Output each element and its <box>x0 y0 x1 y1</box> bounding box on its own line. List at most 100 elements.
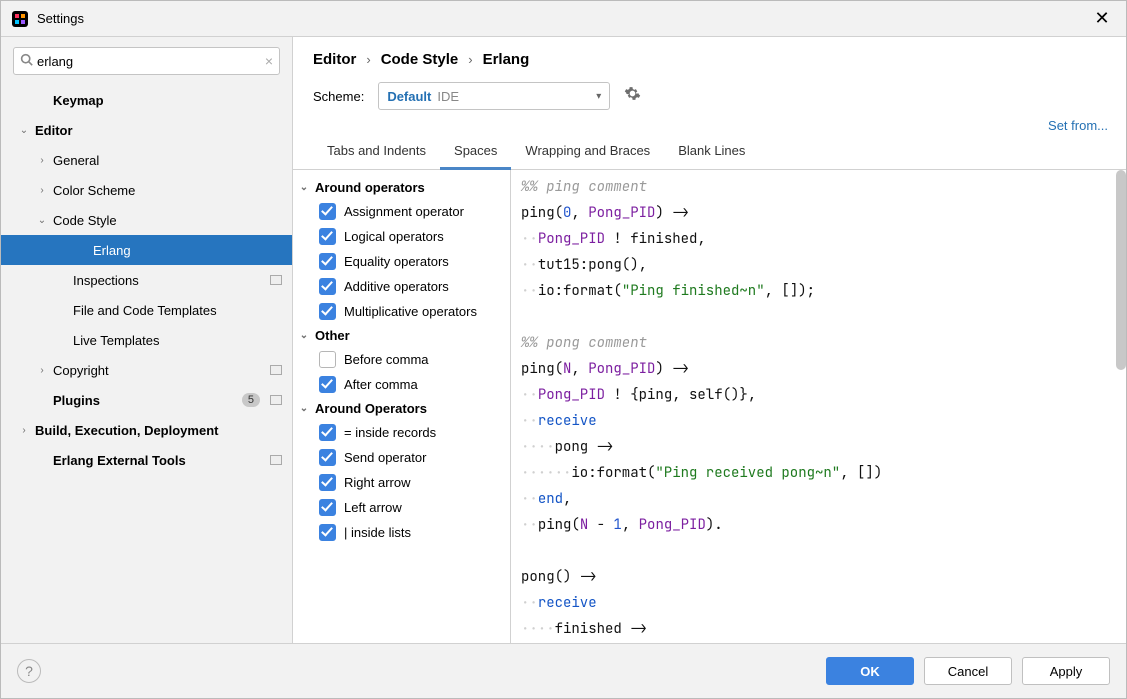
scheme-value: Default <box>387 89 431 104</box>
breadcrumb-codestyle[interactable]: Code Style <box>381 51 459 68</box>
option-label: Equality operators <box>344 254 449 269</box>
chevron-icon <box>55 305 69 316</box>
sidebar-item-inspections[interactable]: Inspections <box>1 265 292 295</box>
ok-button[interactable]: OK <box>826 657 914 685</box>
sidebar-item-keymap[interactable]: Keymap <box>1 85 292 115</box>
sidebar-item-erlang[interactable]: Erlang <box>1 235 292 265</box>
scheme-row: Scheme: Default IDE ▾ <box>313 82 1106 110</box>
search-row: × <box>1 37 292 83</box>
option-additive-operators[interactable]: Additive operators <box>293 274 506 299</box>
setfrom-row: Set from... <box>293 114 1126 135</box>
chevron-icon: › <box>35 155 49 166</box>
option-multiplicative-operators[interactable]: Multiplicative operators <box>293 299 506 324</box>
apply-button[interactable]: Apply <box>1022 657 1110 685</box>
close-icon[interactable]: ✕ <box>1088 5 1116 33</box>
sidebar-item-label: Live Templates <box>73 333 282 348</box>
option-before-comma[interactable]: Before comma <box>293 347 506 372</box>
search-input[interactable] <box>33 54 265 69</box>
tab-blank-lines[interactable]: Blank Lines <box>664 135 759 170</box>
sidebar-item-build-execution-deployment[interactable]: ›Build, Execution, Deployment <box>1 415 292 445</box>
option-checkbox[interactable] <box>319 303 336 320</box>
chevron-icon: ⌄ <box>35 215 49 226</box>
option-checkbox[interactable] <box>319 253 336 270</box>
sidebar-item-file-and-code-templates[interactable]: File and Code Templates <box>1 295 292 325</box>
search-box[interactable]: × <box>13 47 280 75</box>
option-checkbox[interactable] <box>319 278 336 295</box>
tab-spaces[interactable]: Spaces <box>440 135 511 170</box>
breadcrumb-editor[interactable]: Editor <box>313 51 356 68</box>
option-group-title: Around operators <box>315 180 425 195</box>
content-header: Editor › Code Style › Erlang Scheme: Def… <box>293 37 1126 114</box>
gear-icon[interactable] <box>624 85 641 107</box>
app-icon <box>11 10 29 28</box>
breadcrumb-erlang[interactable]: Erlang <box>483 51 530 68</box>
chevron-icon <box>55 275 69 286</box>
option-checkbox[interactable] <box>319 499 336 516</box>
option-group-around-operators[interactable]: ⌄ Around Operators <box>293 397 506 420</box>
option-checkbox[interactable] <box>319 524 336 541</box>
option-label: Assignment operator <box>344 204 464 219</box>
option-right-arrow[interactable]: Right arrow <box>293 470 506 495</box>
chevron-icon: › <box>35 365 49 376</box>
sidebar-item-label: Erlang <box>93 243 282 258</box>
sidebar-item-copyright[interactable]: › Copyright <box>1 355 292 385</box>
option-left-arrow[interactable]: Left arrow <box>293 495 506 520</box>
cancel-button[interactable]: Cancel <box>924 657 1012 685</box>
option-equality-operators[interactable]: Equality operators <box>293 249 506 274</box>
breadcrumb-sep: › <box>366 52 370 67</box>
scheme-scope: IDE <box>437 89 459 104</box>
option-label: Additive operators <box>344 279 449 294</box>
option-checkbox[interactable] <box>319 474 336 491</box>
option-assignment-operator[interactable]: Assignment operator <box>293 199 506 224</box>
option-checkbox[interactable] <box>319 203 336 220</box>
footer: ? OK Cancel Apply <box>1 643 1126 698</box>
option-send-operator[interactable]: Send operator <box>293 445 506 470</box>
sidebar-item-color-scheme[interactable]: › Color Scheme <box>1 175 292 205</box>
breadcrumb-sep: › <box>468 52 472 67</box>
sidebar-item-plugins[interactable]: Plugins5 <box>1 385 292 415</box>
chevron-icon <box>75 245 89 256</box>
option-checkbox[interactable] <box>319 376 336 393</box>
sidebar-item-general[interactable]: ›General <box>1 145 292 175</box>
sidebar-item-label: Color Scheme <box>53 183 282 198</box>
option-after-comma[interactable]: After comma <box>293 372 506 397</box>
option--inside-lists[interactable]: | inside lists <box>293 520 506 545</box>
sidebar-item-live-templates[interactable]: Live Templates <box>1 325 292 355</box>
tab-tabs-and-indents[interactable]: Tabs and Indents <box>313 135 440 170</box>
option-label: Right arrow <box>344 475 410 490</box>
sidebar-item-code-style[interactable]: ⌄Code Style <box>1 205 292 235</box>
tab-wrapping-and-braces[interactable]: Wrapping and Braces <box>511 135 664 170</box>
sidebar-item-label: Build, Execution, Deployment <box>35 423 282 438</box>
option-checkbox[interactable] <box>319 228 336 245</box>
settings-tree: Keymap⌄Editor›General›Color Scheme⌄Code … <box>1 83 292 643</box>
chevron-icon: › <box>35 185 49 196</box>
sidebar-item-label: Keymap <box>53 93 282 108</box>
option-label: = inside records <box>344 425 436 440</box>
scope-indicator-icon <box>270 455 282 465</box>
chevron-icon <box>55 335 69 346</box>
sidebar-item-label: Copyright <box>53 363 266 378</box>
chevron-down-icon: ⌄ <box>297 182 311 193</box>
help-icon[interactable]: ? <box>17 659 41 683</box>
option--inside-records[interactable]: = inside records <box>293 420 506 445</box>
option-group-around-operators[interactable]: ⌄ Around operators <box>293 176 506 199</box>
chevron-down-icon: ⌄ <box>297 403 311 414</box>
option-label: Send operator <box>344 450 426 465</box>
scrollbar[interactable] <box>1116 170 1126 370</box>
sidebar-item-label: Plugins <box>53 393 242 408</box>
chevron-icon <box>35 455 49 466</box>
sidebar-item-editor[interactable]: ⌄Editor <box>1 115 292 145</box>
set-from-link[interactable]: Set from... <box>1048 118 1108 133</box>
option-group-other[interactable]: ⌄Other <box>293 324 506 347</box>
sidebar-item-erlang-external-tools[interactable]: Erlang External Tools <box>1 445 292 475</box>
option-checkbox[interactable] <box>319 449 336 466</box>
option-checkbox[interactable] <box>319 424 336 441</box>
option-checkbox[interactable] <box>319 351 336 368</box>
content: Editor › Code Style › Erlang Scheme: Def… <box>293 37 1126 643</box>
scheme-select[interactable]: Default IDE ▾ <box>378 82 610 110</box>
clear-search-icon[interactable]: × <box>265 53 273 69</box>
option-group-title: Around Operators <box>315 401 427 416</box>
option-label: Logical operators <box>344 229 444 244</box>
options-column: ⌄ Around operators Assignment operator Logi… <box>293 170 511 643</box>
option-logical-operators[interactable]: Logical operators <box>293 224 506 249</box>
